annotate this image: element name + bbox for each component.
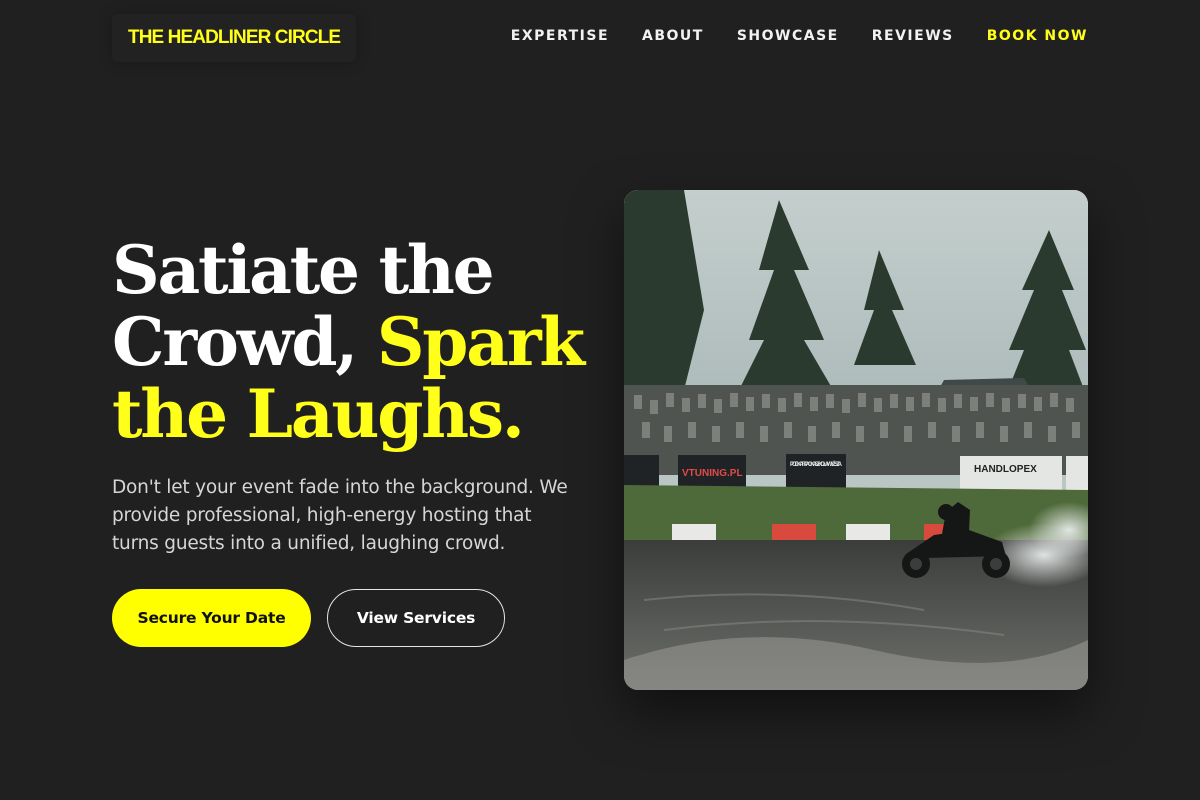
banner-handlopex: HANDLOPEX	[974, 464, 1037, 475]
motorcycle-stunt-photo: VTUNING.PL PODKARPACKA SZKOŁA WYŻSZA HAN…	[624, 190, 1088, 690]
hero-description: Don't let your event fade into the backg…	[112, 477, 568, 554]
banner-podkarpacka: PODKARPACKA SZKOŁA WYŻSZA	[790, 461, 843, 468]
banner-vtuning: VTUNING.PL	[682, 468, 743, 479]
site-header: THE HEADLINER CIRCLE EXPERTISE ABOUT SHO…	[0, 0, 1200, 76]
site-logo[interactable]: THE HEADLINER CIRCLE	[112, 14, 357, 62]
secure-your-date-button[interactable]: Secure Your Date	[112, 589, 311, 647]
main-nav: EXPERTISE ABOUT SHOWCASE REVIEWS BOOK NO…	[511, 26, 1088, 46]
nav-item-showcase[interactable]: SHOWCASE	[737, 26, 839, 46]
hero-photo: VTUNING.PL PODKARPACKA SZKOŁA WYŻSZA HAN…	[624, 190, 1088, 690]
hero-title: Satiate the Crowd, Spark the Laughs.	[112, 234, 612, 450]
nav-item-expertise[interactable]: EXPERTISE	[511, 26, 609, 46]
view-services-button[interactable]: View Services	[327, 589, 505, 647]
nav-item-reviews[interactable]: REVIEWS	[872, 26, 954, 46]
nav-book-now-link[interactable]: BOOK NOW	[987, 26, 1088, 46]
nav-item-about[interactable]: ABOUT	[642, 26, 704, 46]
